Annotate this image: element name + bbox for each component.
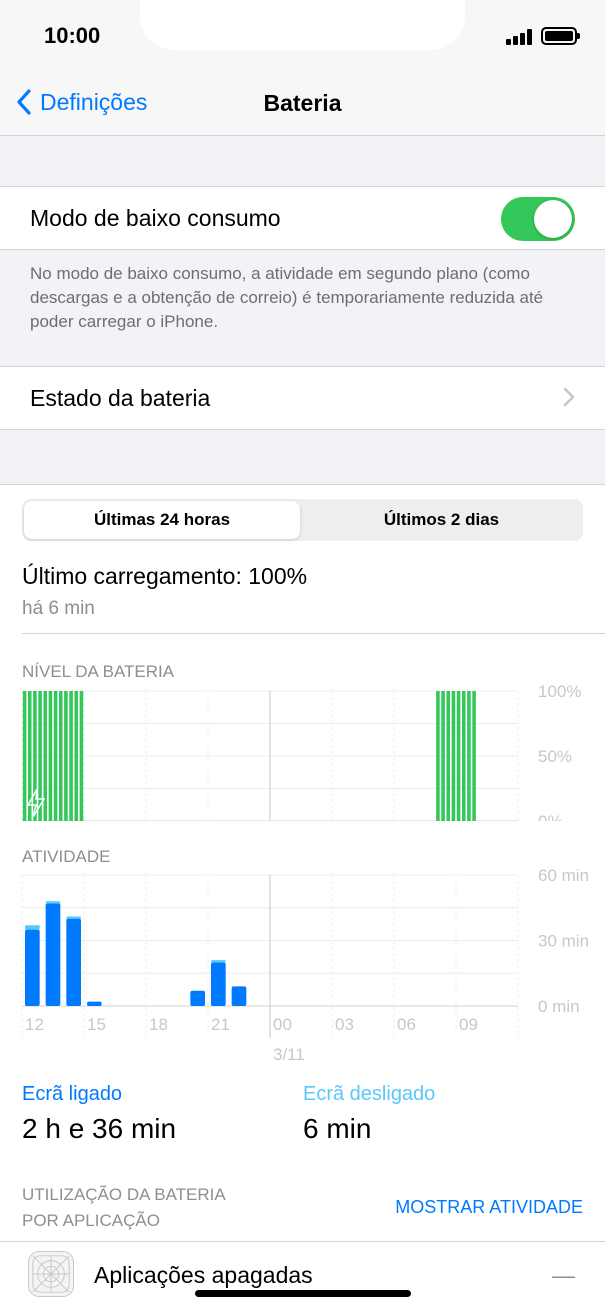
low-power-toggle[interactable] xyxy=(501,197,575,241)
status-bar: 10:00 xyxy=(0,0,605,70)
screen-on-bar xyxy=(87,1001,102,1006)
app-name: Aplicações apagadas xyxy=(94,1262,313,1288)
app-usage-value: — xyxy=(552,1262,575,1288)
battery-level-bar xyxy=(69,691,73,821)
activity-chart: 60 min 30 min 0 min 12 15 18 21 00 03 06 09 3/11 xyxy=(21,866,589,1064)
y-tick-label: 0% xyxy=(538,812,563,821)
page-title: Bateria xyxy=(263,90,342,116)
battery-level-bar xyxy=(446,691,451,821)
y-tick-label: 30 min xyxy=(538,932,589,951)
battery-health-label: Estado da bateria xyxy=(30,385,211,411)
battery-level-bar xyxy=(456,691,461,821)
low-power-row: Modo de baixo consumo xyxy=(0,186,605,250)
battery-level-bar xyxy=(441,691,445,821)
list-item[interactable]: Aplicações apagadas — xyxy=(0,1241,605,1310)
home-indicator xyxy=(195,1290,411,1297)
show-activity-button[interactable]: MOSTRAR ATIVIDADE xyxy=(395,1197,583,1218)
x-tick-label: 15 xyxy=(87,1015,106,1034)
screen-on-bar xyxy=(211,962,226,1006)
screen-on-bar xyxy=(45,903,61,1006)
screen-on-bar xyxy=(25,929,40,1006)
notch xyxy=(140,0,465,50)
deleted-apps-icon xyxy=(28,1251,74,1297)
x-tick-label: 03 xyxy=(335,1015,354,1034)
usage-panel: Últimas 24 horas Últimos 2 dias Último c… xyxy=(0,484,605,1310)
y-tick-label: 50% xyxy=(538,747,572,766)
status-time: 10:00 xyxy=(44,23,101,48)
battery-level-title: NÍVEL DA BATERIA xyxy=(22,662,175,681)
screen-off-value: 6 min xyxy=(303,1113,372,1144)
battery-level-bar xyxy=(33,691,37,821)
screen-off-bar xyxy=(45,901,61,904)
screen-on-bar xyxy=(231,986,247,1006)
battery-level-bar xyxy=(451,691,456,821)
screen-off-bar xyxy=(66,916,81,919)
x-tick-label: 09 xyxy=(459,1015,478,1034)
activity-title: ATIVIDADE xyxy=(22,847,111,866)
battery-level-bar xyxy=(22,691,27,821)
battery-level-bar xyxy=(53,691,58,821)
battery-level-bar xyxy=(79,691,84,821)
x-tick-label: 00 xyxy=(273,1015,292,1034)
screen-off-label: Ecrã desligado xyxy=(303,1083,436,1105)
battery-level-bar xyxy=(74,691,79,821)
chevron-right-icon xyxy=(563,387,575,407)
y-tick-label: 0 min xyxy=(538,997,580,1016)
x-tick-label: 21 xyxy=(211,1015,230,1034)
battery-health-row[interactable]: Estado da bateria xyxy=(0,366,605,430)
screen-on-bar xyxy=(66,918,81,1006)
screen-on-label: Ecrã ligado xyxy=(22,1083,123,1105)
usage-by-app-title-line2: POR APLICAÇÃO xyxy=(22,1211,160,1230)
battery-level-bar xyxy=(48,691,53,821)
divider xyxy=(22,633,605,634)
screen-on-bar xyxy=(190,990,205,1006)
battery-level-bar xyxy=(436,691,440,821)
battery-level-chart: 100% 50% 0% xyxy=(21,682,581,821)
navigation-bar: Definições Bateria xyxy=(0,70,605,136)
low-power-label: Modo de baixo consumo xyxy=(30,205,281,231)
screen-off-bar xyxy=(211,960,226,963)
x-tick-label: 12 xyxy=(25,1015,44,1034)
tab-last-2-days[interactable]: Últimos 2 dias xyxy=(302,501,581,539)
tab-last-24-hours[interactable]: Últimas 24 horas xyxy=(24,501,300,539)
period-segmented-control: Últimas 24 horas Últimos 2 dias xyxy=(22,499,583,541)
battery-level-bar xyxy=(461,691,466,821)
cellular-signal-icon xyxy=(506,29,534,45)
x-tick-label: 18 xyxy=(149,1015,168,1034)
y-tick-label: 100% xyxy=(538,682,581,701)
battery-level-bar xyxy=(58,691,63,821)
usage-by-app-title-line1: UTILIZAÇÃO DA BATERIA xyxy=(22,1185,226,1204)
battery-level-bar xyxy=(43,691,48,821)
toggle-knob xyxy=(534,200,572,238)
low-power-footnote: No modo de baixo consumo, a atividade em… xyxy=(30,264,544,331)
battery-level-bar xyxy=(64,691,68,821)
screen-off-bar xyxy=(25,925,40,930)
battery-level-bar xyxy=(38,691,42,821)
x-date-label: 3/11 xyxy=(273,1045,305,1064)
y-tick-label: 60 min xyxy=(538,866,589,885)
battery-icon xyxy=(541,27,580,45)
last-charge-label: Último carregamento: 100% xyxy=(22,563,308,589)
last-charge-time: há 6 min xyxy=(22,598,95,619)
x-tick-label: 06 xyxy=(397,1015,416,1034)
screen-on-value: 2 h e 36 min xyxy=(22,1113,177,1144)
battery-level-bar xyxy=(467,691,471,821)
battery-level-bar xyxy=(472,691,476,821)
